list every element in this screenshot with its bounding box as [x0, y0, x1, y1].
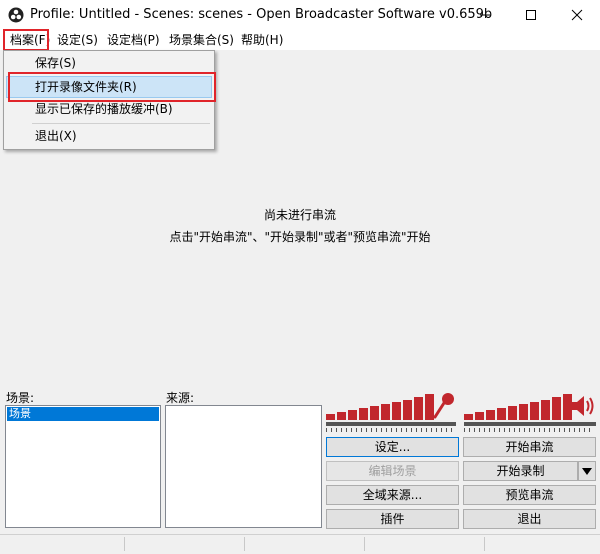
menu-profiles[interactable]: 设定档(P) [103, 30, 164, 50]
meter-bar [486, 410, 495, 420]
desktop-volume-meter [464, 392, 574, 420]
file-dropdown-menu: 保存(S) 打开录像文件夹(R) 显示已保存的播放缓冲(B) 退出(X) [3, 50, 216, 150]
obs-logo-icon [8, 7, 24, 23]
meter-bar [337, 412, 346, 420]
plugins-button[interactable]: 插件 [326, 509, 459, 529]
meter-bar [552, 397, 561, 420]
mic-volume-slider[interactable] [326, 422, 456, 426]
sources-list[interactable] [165, 405, 322, 528]
status-divider [484, 537, 485, 551]
status-divider [124, 537, 125, 551]
edit-scene-button[interactable]: 编辑场景 [326, 461, 459, 481]
meter-bar [359, 408, 368, 420]
meter-bar [464, 414, 473, 420]
mic-volume-meter [326, 392, 436, 420]
meter-bar [541, 400, 550, 420]
meter-bar [475, 412, 484, 420]
meter-bar [403, 400, 412, 420]
preview-stream-button[interactable]: 预览串流 [463, 485, 596, 505]
start-stream-button[interactable]: 开始串流 [463, 437, 596, 457]
window-title: Profile: Untitled - Scenes: scenes - Ope… [30, 7, 493, 22]
menu-scene-collections[interactable]: 场景集合(S) [165, 30, 238, 50]
meter-bar [370, 406, 379, 420]
menu-settings[interactable]: 设定(S) [53, 30, 102, 50]
status-divider [244, 537, 245, 551]
microphone-icon[interactable] [432, 392, 456, 420]
speaker-icon[interactable] [570, 394, 596, 418]
menu-file-highlight-box [3, 29, 49, 51]
close-button[interactable] [554, 0, 600, 30]
maximize-button[interactable] [508, 0, 554, 30]
status-divider [364, 537, 365, 551]
desktop-meter-ticks [464, 428, 594, 432]
status-bar [0, 534, 600, 554]
stream-status-text: 尚未进行串流 [263, 208, 336, 222]
scenes-list[interactable]: 场景 [5, 405, 161, 528]
minimize-icon [480, 14, 490, 16]
meter-bar [519, 404, 528, 420]
desktop-volume-slider[interactable] [464, 422, 596, 426]
meter-bar [530, 402, 539, 420]
start-record-button[interactable]: 开始录制 [463, 461, 578, 481]
menu-item-save[interactable]: 保存(S) [4, 52, 214, 74]
scene-list-item[interactable]: 场景 [7, 407, 159, 421]
maximize-icon [526, 10, 536, 20]
meter-bar [381, 404, 390, 420]
menu-item-exit[interactable]: 退出(X) [4, 125, 214, 147]
dropdown-arrow-icon [582, 468, 592, 475]
exit-button[interactable]: 退出 [463, 509, 596, 529]
stream-hint-text: 点击"开始串流"、"开始录制"或者"预览串流"开始 [169, 230, 431, 244]
meter-bar [392, 402, 401, 420]
meter-bar [414, 397, 423, 420]
minimize-button[interactable] [462, 0, 508, 30]
record-options-dropdown[interactable] [578, 461, 596, 481]
meter-bar [348, 410, 357, 420]
menu-separator [32, 123, 210, 124]
close-icon [571, 9, 583, 21]
meter-bar [497, 408, 506, 420]
global-sources-button[interactable]: 全域来源... [326, 485, 459, 505]
mic-meter-ticks [326, 428, 456, 432]
meter-bar [326, 414, 335, 420]
menu-help[interactable]: 帮助(H) [237, 30, 287, 50]
meter-bar [508, 406, 517, 420]
sources-label: 来源: [166, 391, 195, 405]
scenes-label: 场景: [6, 391, 35, 405]
settings-button[interactable]: 设定... [326, 437, 459, 457]
menu-item-annotation-box [8, 72, 216, 102]
